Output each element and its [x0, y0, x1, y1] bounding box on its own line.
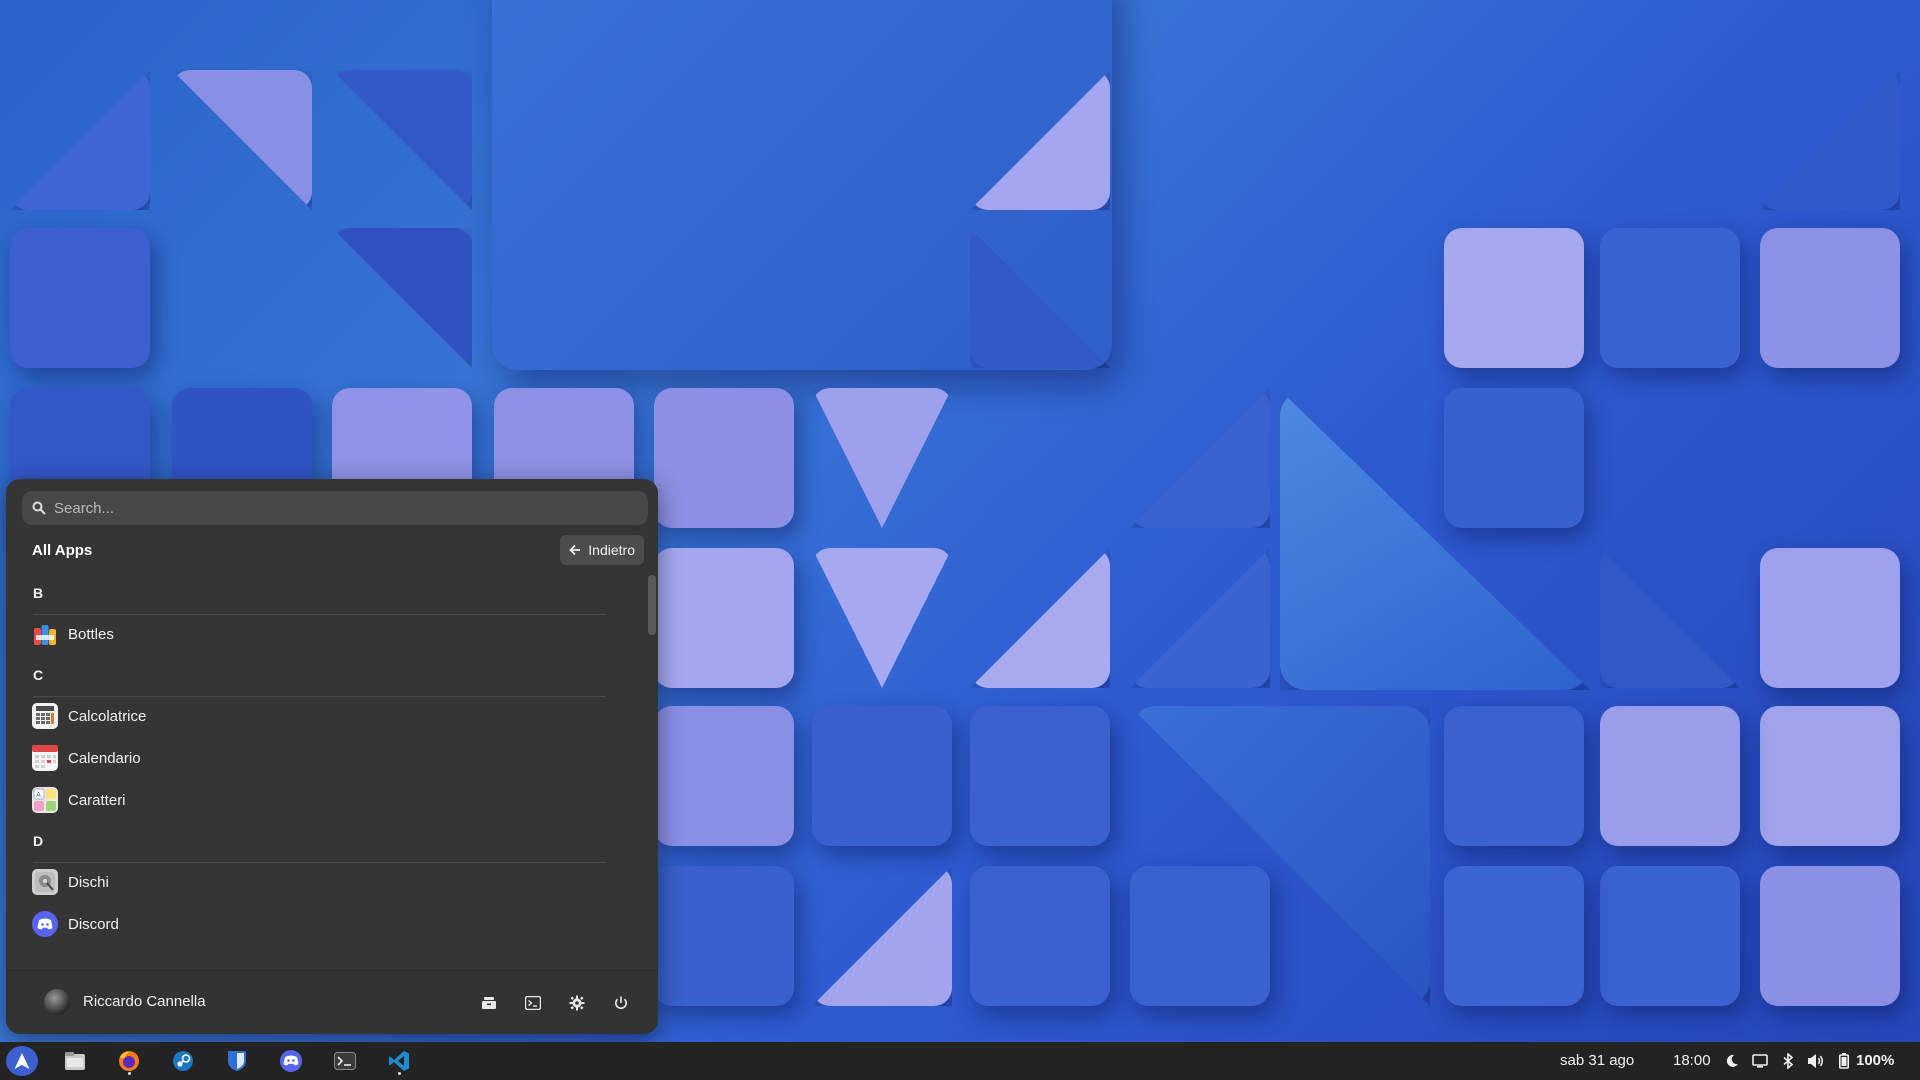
night-mode-icon: [1726, 1054, 1738, 1067]
steam-taskbar-button[interactable]: [166, 1046, 200, 1076]
app-menu-panel: All Apps Indietro B Bottles: [6, 479, 658, 1034]
files-drawer-button[interactable]: [473, 987, 505, 1019]
night-mode-indicator[interactable]: [1722, 1051, 1742, 1071]
battery-icon: [1839, 1053, 1849, 1069]
app-item-bottles[interactable]: Bottles: [20, 613, 630, 655]
volume-indicator[interactable]: [1806, 1051, 1826, 1071]
svg-text:A: A: [36, 791, 41, 799]
bitwarden-icon: [228, 1051, 246, 1071]
app-item-dischi[interactable]: Dischi: [20, 861, 630, 903]
arch-launcher-button[interactable]: [6, 1046, 38, 1076]
search-box[interactable]: [22, 491, 648, 525]
app-label-calcolatrice: Calcolatrice: [68, 707, 147, 725]
arrow-left-icon: [569, 544, 581, 556]
user-name[interactable]: Riccardo Cannella: [83, 993, 206, 1010]
volume-icon: [1808, 1054, 1823, 1068]
back-button-label: Indietro: [588, 542, 635, 558]
battery-indicator[interactable]: [1834, 1051, 1854, 1071]
search-input[interactable]: [54, 499, 614, 517]
app-list[interactable]: B Bottles C Calcolatrice Calendario A Ca…: [20, 573, 630, 953]
avatar[interactable]: [44, 989, 70, 1015]
terminal-button[interactable]: [517, 987, 549, 1019]
disks-icon: [32, 869, 58, 895]
discord-icon: [32, 911, 58, 937]
terminal-icon: [334, 1052, 356, 1070]
app-item-calcolatrice[interactable]: Calcolatrice: [20, 695, 630, 737]
section-header-d: D: [20, 821, 630, 863]
running-indicator: [128, 1072, 131, 1075]
arch-launcher-icon: [14, 1053, 30, 1069]
battery-percentage[interactable]: 100%: [1856, 1052, 1894, 1069]
characters-icon: A: [32, 787, 58, 813]
calculator-icon: [32, 703, 58, 729]
files-drawer-icon: [482, 997, 496, 1009]
menu-header: All Apps Indietro: [32, 535, 644, 565]
taskbar: sab 31 ago 18:00 100%: [0, 1042, 1920, 1080]
app-label-calendario: Calendario: [68, 749, 141, 767]
terminal-icon: [525, 996, 541, 1010]
power-icon: [615, 996, 627, 1010]
all-apps-title: All Apps: [32, 541, 93, 559]
settings-gear-icon: [569, 995, 585, 1011]
menu-footer: Riccardo Cannella: [6, 970, 658, 1034]
app-label-bottles: Bottles: [68, 625, 114, 643]
app-list-scrollbar[interactable]: [648, 575, 656, 635]
app-item-calendario[interactable]: Calendario: [20, 737, 630, 779]
discord-taskbar-button[interactable]: [274, 1046, 308, 1076]
bitwarden-taskbar-button[interactable]: [220, 1046, 254, 1076]
power-button[interactable]: [605, 987, 637, 1019]
calendar-icon: [32, 745, 58, 771]
firefox-taskbar-button[interactable]: [112, 1046, 146, 1076]
steam-icon: [173, 1051, 193, 1071]
screen-indicator[interactable]: [1750, 1051, 1770, 1071]
app-item-discord[interactable]: Discord: [20, 903, 630, 945]
date-label[interactable]: sab 31 ago: [1560, 1052, 1634, 1069]
search-icon: [32, 501, 46, 515]
discord-icon: [280, 1050, 302, 1072]
bluetooth-indicator[interactable]: [1778, 1051, 1798, 1071]
terminal-taskbar-button[interactable]: [328, 1046, 362, 1076]
settings-button[interactable]: [561, 987, 593, 1019]
app-label-caratteri: Caratteri: [68, 791, 126, 809]
back-button[interactable]: Indietro: [560, 535, 644, 565]
screen-icon: [1752, 1054, 1768, 1068]
bluetooth-icon: [1783, 1053, 1794, 1069]
vscode-icon: [389, 1051, 409, 1071]
time-label[interactable]: 18:00: [1673, 1052, 1711, 1069]
files-icon: [65, 1052, 85, 1070]
section-header-b: B: [20, 573, 630, 615]
app-label-dischi: Dischi: [68, 873, 109, 891]
vscode-taskbar-button[interactable]: [382, 1046, 416, 1076]
firefox-icon: [119, 1051, 139, 1071]
bottles-icon: [32, 621, 58, 647]
app-label-discord: Discord: [68, 915, 119, 933]
running-indicator: [398, 1072, 401, 1075]
app-item-caratteri[interactable]: A Caratteri: [20, 779, 630, 821]
files-taskbar-button[interactable]: [58, 1046, 92, 1076]
section-header-c: C: [20, 655, 630, 697]
